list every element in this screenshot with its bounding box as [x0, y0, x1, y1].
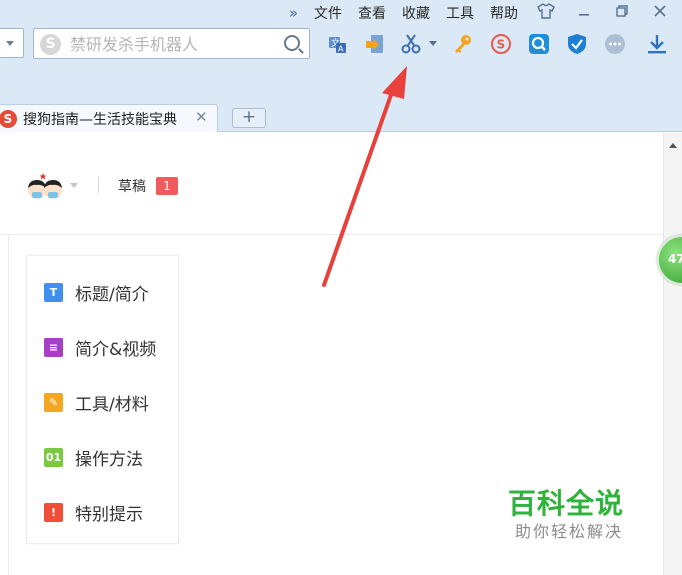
floating-ball-value: 47	[668, 252, 682, 266]
svg-text:A: A	[338, 45, 344, 54]
sogou-favicon-icon: S	[0, 110, 17, 128]
wrench-icon: ✎	[44, 392, 63, 412]
menu-item-steps[interactable]: 01 操作方法	[44, 446, 143, 470]
divider	[8, 235, 9, 575]
sidebar-login-icon[interactable]	[364, 33, 386, 55]
magnifier-app-icon[interactable]	[528, 33, 550, 55]
scissors-icon[interactable]	[400, 33, 422, 55]
divider	[98, 177, 99, 193]
restore-icon[interactable]	[612, 5, 632, 21]
menu-item-title-intro[interactable]: T 标题/简介	[44, 281, 149, 305]
menu-favorites[interactable]: 收藏	[402, 3, 430, 23]
title-icon: T	[44, 282, 63, 302]
new-tab-button[interactable]: +	[232, 108, 266, 128]
search-box[interactable]: S	[33, 28, 310, 59]
menu-item-tools-materials[interactable]: ✎ 工具/材料	[44, 391, 149, 415]
menu-more-button[interactable]: »	[289, 4, 298, 22]
avatar[interactable]	[27, 172, 63, 202]
tab-strip: S 搜狗指南—生活技能宝典 ✕ +	[0, 104, 682, 132]
browser-toolbar: » 文件 查看 收藏 工具 帮助 S 文A	[0, 0, 682, 132]
account-dropdown-icon[interactable]	[70, 183, 78, 188]
key-icon[interactable]	[452, 33, 474, 55]
menu-item-label: 工具/材料	[75, 394, 149, 415]
menu-bar: » 文件 查看 收藏 工具 帮助	[289, 0, 682, 26]
shield-icon[interactable]	[566, 33, 588, 55]
menu-help[interactable]: 帮助	[490, 3, 518, 23]
menu-item-label: 操作方法	[75, 449, 143, 470]
exclamation-icon: !	[44, 502, 63, 522]
menu-file[interactable]: 文件	[314, 3, 342, 23]
minimize-icon[interactable]	[574, 5, 594, 21]
watermark-subtitle: 助你轻松解决	[515, 522, 624, 541]
menu-item-intro-video[interactable]: ≡ 简介&视频	[44, 336, 157, 360]
vertical-scrollbar[interactable]	[663, 133, 682, 575]
tab-close-icon[interactable]: ✕	[195, 108, 208, 126]
sogou-s-icon[interactable]: S	[490, 33, 512, 55]
tab-title: 搜狗指南—生活技能宝典	[23, 112, 177, 128]
steps-number-icon: 01	[44, 447, 63, 467]
menu-view[interactable]: 查看	[358, 3, 386, 23]
close-icon[interactable]	[650, 5, 670, 21]
sogou-search-logo-icon: S	[40, 34, 61, 55]
document-icon: ≡	[44, 337, 63, 357]
user-header: 草稿 1	[0, 133, 662, 235]
svg-text:S: S	[497, 38, 506, 52]
draft-link[interactable]: 草稿	[118, 176, 146, 196]
menu-tools[interactable]: 工具	[446, 3, 474, 23]
watermark-title: 百科全说	[508, 487, 625, 520]
page-content: 草稿 1 T 标题/简介 ≡ 简介&视频 ✎ 工具/材料 01 操作方法 ! 特…	[0, 133, 682, 575]
search-input[interactable]	[70, 32, 270, 56]
more-dots-icon[interactable]	[604, 33, 626, 55]
download-icon[interactable]	[646, 33, 668, 55]
scroll-up-arrow-icon[interactable]	[669, 143, 677, 148]
address-dropdown[interactable]	[0, 28, 24, 58]
menu-item-tips[interactable]: ! 特别提示	[44, 501, 143, 525]
translate-icon[interactable]: 文A	[326, 33, 348, 55]
menu-item-label: 特别提示	[75, 504, 143, 525]
search-icon[interactable]	[284, 35, 300, 51]
scissors-dropdown-icon[interactable]	[429, 41, 437, 46]
skin-icon[interactable]	[536, 3, 556, 23]
menu-item-label: 简介&视频	[75, 339, 157, 360]
menu-item-label: 标题/简介	[75, 284, 149, 305]
draft-count-badge: 1	[156, 177, 178, 195]
tab-sogou-guide[interactable]: S 搜狗指南—生活技能宝典 ✕	[0, 104, 218, 132]
article-section-menu: T 标题/简介 ≡ 简介&视频 ✎ 工具/材料 01 操作方法 ! 特别提示	[26, 255, 179, 544]
chevron-down-icon	[6, 41, 14, 46]
